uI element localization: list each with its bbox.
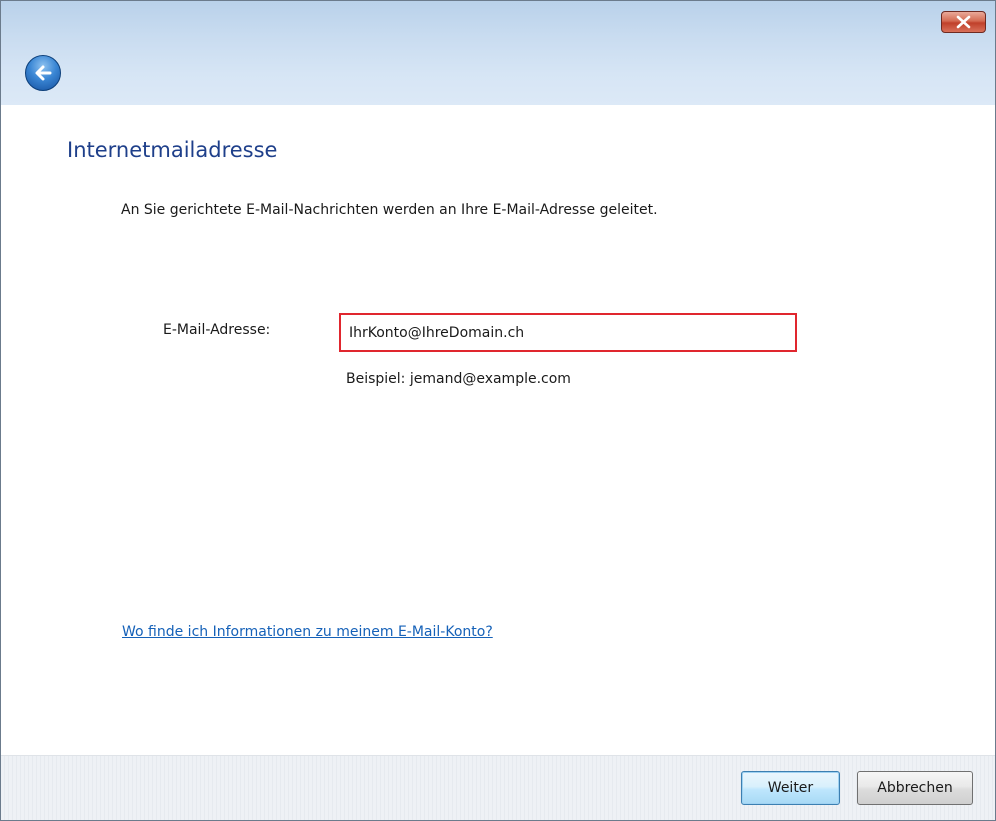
button-bar: Weiter Abbrechen [1,755,995,820]
back-arrow-icon [35,65,52,81]
email-field[interactable] [339,313,797,352]
close-button[interactable] [941,11,986,33]
next-button[interactable]: Weiter [741,771,840,805]
email-example-hint: Beispiel: jemand@example.com [346,371,571,387]
back-button[interactable] [25,55,61,91]
wizard-window: Internetmailadresse An Sie gerichtete E-… [0,0,996,821]
cancel-button[interactable]: Abbrechen [857,771,973,805]
help-link[interactable]: Wo finde ich Informationen zu meinem E-M… [122,624,493,640]
page-title: Internetmailadresse [67,138,278,162]
wizard-content: Internetmailadresse An Sie gerichtete E-… [1,105,995,755]
intro-text: An Sie gerichtete E-Mail-Nachrichten wer… [121,202,658,218]
close-icon [956,15,971,29]
email-label: E-Mail-Adresse: [163,322,271,338]
title-bar [1,1,995,105]
